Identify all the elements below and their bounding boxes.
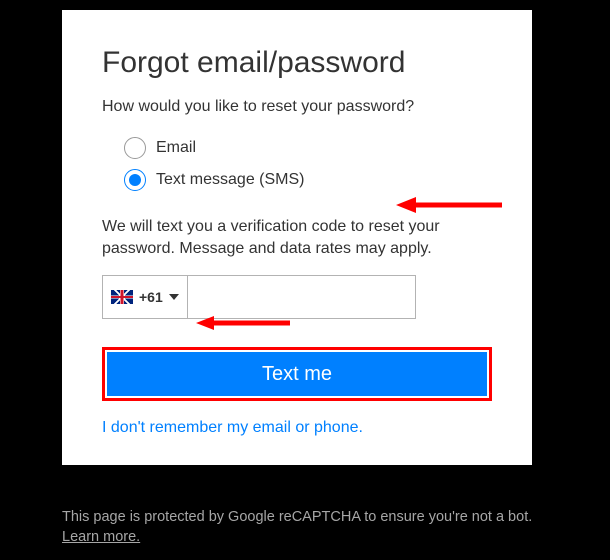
radio-email[interactable] <box>124 137 146 159</box>
phone-number-input[interactable] <box>188 275 416 319</box>
radio-row-sms[interactable]: Text message (SMS) <box>124 164 492 196</box>
chevron-down-icon <box>169 294 179 300</box>
sms-helper-text: We will text you a verification code to … <box>102 216 492 259</box>
phone-input-row: +61 <box>102 275 388 319</box>
text-me-button[interactable]: Text me <box>107 352 487 396</box>
flag-icon <box>111 290 133 304</box>
radio-row-email[interactable]: Email <box>124 132 492 164</box>
page-title: Forgot email/password <box>102 46 492 80</box>
country-code-value: +61 <box>139 289 163 305</box>
radio-sms[interactable] <box>124 169 146 191</box>
annotation-highlight: Text me <box>102 347 492 401</box>
radio-sms-label[interactable]: Text message (SMS) <box>156 171 304 189</box>
forgot-password-card: Forgot email/password How would you like… <box>62 10 532 465</box>
footer-text: This page is protected by Google reCAPTC… <box>62 509 532 525</box>
country-code-select[interactable]: +61 <box>102 275 188 319</box>
recaptcha-footer: This page is protected by Google reCAPTC… <box>62 508 552 547</box>
learn-more-link[interactable]: Learn more. <box>62 529 140 545</box>
reset-prompt: How would you like to reset your passwor… <box>102 98 492 116</box>
dont-remember-link[interactable]: I don't remember my email or phone. <box>102 419 363 436</box>
reset-method-group: Email Text message (SMS) <box>124 132 492 196</box>
radio-email-label[interactable]: Email <box>156 139 196 157</box>
